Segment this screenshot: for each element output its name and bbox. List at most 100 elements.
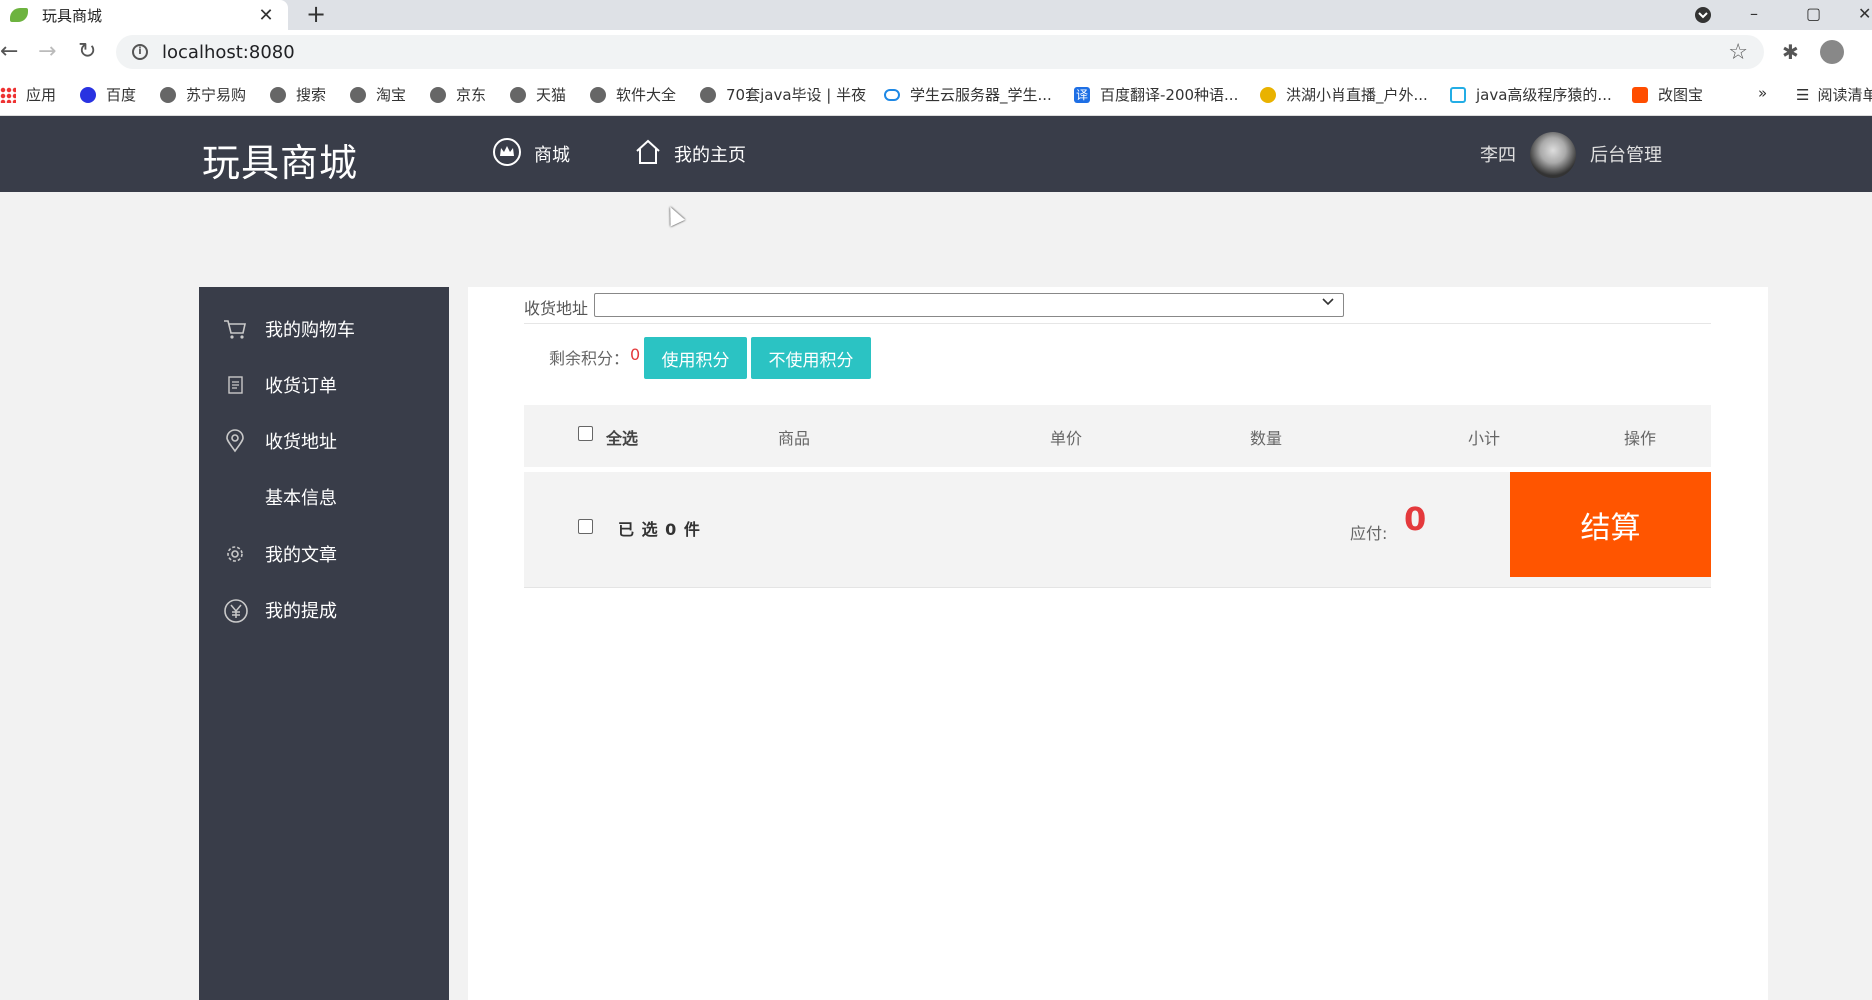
bookmark-baidu-fanyi[interactable]: 译百度翻译-200种语... — [1074, 84, 1238, 105]
column-unit-price: 单价 — [1050, 429, 1083, 448]
cart-summary-bar: 已 选 0 件 应付: 0 结算 — [524, 472, 1711, 588]
sidebar-item-label: 我的购物车 — [265, 320, 355, 341]
user-name[interactable]: 李四 — [1480, 141, 1516, 167]
admin-link[interactable]: 后台管理 — [1590, 141, 1662, 167]
column-subtotal: 小计 — [1468, 429, 1501, 448]
cart-table-header: 全选 商品 单价 数量 小计 操作 — [524, 405, 1711, 467]
bookmark-bilibili[interactable]: java高级程序猿的... — [1450, 84, 1612, 105]
address-bar[interactable]: i localhost:8080 ☆ — [116, 35, 1764, 69]
nav-mall[interactable]: 商城 — [492, 137, 570, 172]
column-product: 商品 — [778, 429, 811, 448]
cloud-icon — [884, 88, 900, 101]
tab-title: 玩具商城 — [42, 6, 103, 25]
bookmark-search[interactable]: 搜索 — [270, 84, 326, 105]
bookmark-star-icon[interactable]: ☆ — [1728, 40, 1748, 65]
browser-tab[interactable]: 玩具商城 ✕ — [0, 0, 288, 30]
bee-icon — [1260, 86, 1276, 103]
bookmarks-overflow-button[interactable]: » — [1758, 84, 1767, 102]
sidebar-item-orders[interactable]: 收货订单 — [223, 365, 337, 405]
bilibili-tv-icon — [1450, 86, 1466, 103]
use-points-button[interactable]: 使用积分 — [644, 337, 747, 379]
sidebar-item-label: 我的文章 — [265, 545, 337, 566]
bookmark-software[interactable]: 软件大全 — [590, 84, 676, 105]
sidebar-item-label: 基本信息 — [265, 488, 337, 509]
globe-icon — [700, 86, 716, 103]
sidebar-item-label: 收货订单 — [265, 376, 337, 397]
document-icon — [223, 373, 247, 397]
tab-close-icon[interactable]: ✕ — [254, 5, 278, 26]
sidebar-item-label: 我的提成 — [265, 601, 337, 622]
address-select[interactable] — [594, 293, 1344, 317]
column-actions: 操作 — [1624, 429, 1657, 448]
points-value: 0 — [630, 345, 641, 364]
leaf-icon — [10, 8, 28, 22]
address-label: 收货地址 — [524, 299, 589, 318]
translate-icon: 译 — [1074, 86, 1090, 103]
globe-icon — [590, 86, 606, 103]
bookmark-student-cloud[interactable]: 学生云服务器_学生... — [884, 84, 1052, 105]
site-header: 玩具商城 商城 我的主页 李四 后台管理 — [0, 116, 1872, 192]
gaitubao-icon — [1632, 86, 1648, 103]
chrome-profile-avatar[interactable] — [1820, 40, 1844, 64]
nav-mall-label: 商城 — [534, 145, 570, 166]
bookmark-tmall[interactable]: 天猫 — [510, 84, 566, 105]
extensions-puzzle-icon[interactable]: ✱ — [1782, 40, 1799, 64]
reading-list-button[interactable]: ☰ 阅读清单 — [1796, 84, 1872, 105]
sidebar-item-commission[interactable]: 我的提成 — [223, 590, 337, 630]
browser-tab-bar: 玩具商城 ✕ + – ▢ ✕ — [0, 0, 1872, 30]
points-label: 剩余积分： — [549, 349, 630, 368]
globe-icon — [270, 86, 286, 103]
bookmarks-bar: 应用 百度 苏宁易购 搜索 淘宝 京东 天猫 软件大全 70套java毕设 | … — [0, 74, 1872, 116]
pay-label: 应付: — [1350, 524, 1388, 543]
bookmark-live[interactable]: 洪湖小肖直播_户外... — [1260, 84, 1428, 105]
bookmark-java-projects[interactable]: 70套java毕设 | 半夜 — [700, 84, 866, 105]
site-logo[interactable]: 玩具商城 — [202, 132, 358, 187]
apps-grid-icon — [0, 86, 16, 103]
bookmark-gaitubao[interactable]: 改图宝 — [1632, 84, 1703, 105]
bookmark-baidu[interactable]: 百度 — [80, 84, 136, 105]
selected-count: 已 选 0 件 — [618, 520, 701, 539]
browser-toolbar: ← → ↻ i localhost:8080 ☆ — [0, 30, 1872, 74]
nav-home[interactable]: 我的主页 — [634, 138, 746, 170]
bookmark-suning[interactable]: 苏宁易购 — [160, 84, 246, 105]
no-points-button[interactable]: 不使用积分 — [751, 337, 871, 379]
chevron-down-icon — [1321, 295, 1335, 313]
nav-home-label: 我的主页 — [674, 145, 746, 166]
back-arrow-icon[interactable]: ← — [0, 38, 18, 66]
sidebar-item-label: 收货地址 — [265, 432, 337, 453]
crown-icon — [492, 137, 522, 172]
divider — [524, 323, 1711, 324]
avatar[interactable] — [1530, 132, 1576, 178]
column-quantity: 数量 — [1250, 429, 1283, 448]
sidebar-item-articles[interactable]: 我的文章 — [223, 534, 337, 574]
checkout-button[interactable]: 结算 — [1510, 472, 1711, 577]
gear-icon — [223, 542, 247, 566]
yen-icon — [223, 598, 248, 623]
new-tab-button[interactable]: + — [306, 0, 326, 28]
forward-arrow-icon[interactable]: → — [38, 38, 56, 66]
sidebar-item-address[interactable]: 收货地址 — [223, 421, 337, 461]
sidebar: 我的购物车 收货订单 收货地址 基本信息 我的文章 我的提成 — [199, 287, 449, 1000]
column-select-all[interactable]: 全选 — [606, 425, 638, 449]
select-all-checkbox[interactable] — [578, 426, 593, 441]
home-icon — [634, 138, 662, 171]
globe-icon — [350, 86, 366, 103]
select-all-bottom-checkbox[interactable] — [578, 519, 593, 534]
cart-icon — [223, 317, 247, 341]
globe-icon — [160, 86, 176, 103]
globe-icon — [430, 86, 446, 103]
location-pin-icon — [223, 429, 247, 453]
bookmark-jd[interactable]: 京东 — [430, 84, 486, 105]
bookmark-apps[interactable]: 应用 — [0, 84, 56, 105]
cart-panel: 收货地址 剩余积分： 0 使用积分 不使用积分 全选 商品 单价 数量 小计 操… — [468, 287, 1768, 1000]
globe-icon — [510, 86, 526, 103]
reading-list-icon: ☰ — [1796, 85, 1810, 104]
url-text[interactable]: localhost:8080 — [162, 42, 1728, 63]
reload-icon[interactable]: ↻ — [78, 38, 96, 66]
baidu-paw-icon — [80, 86, 96, 103]
sidebar-item-cart[interactable]: 我的购物车 — [223, 309, 355, 349]
pay-total: 0 — [1404, 500, 1427, 538]
site-info-icon[interactable]: i — [132, 44, 148, 60]
bookmark-taobao[interactable]: 淘宝 — [350, 84, 406, 105]
sidebar-item-profile[interactable]: 基本信息 — [223, 477, 337, 517]
